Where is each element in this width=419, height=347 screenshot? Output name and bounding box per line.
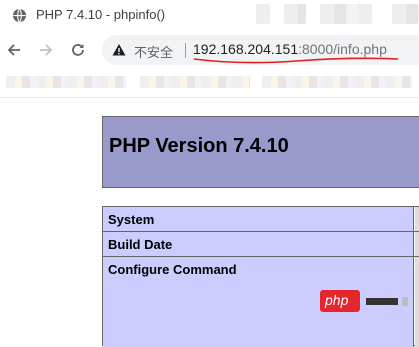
watermark-mark: [402, 297, 408, 306]
row-value: [415, 207, 419, 231]
row-value: [415, 257, 419, 347]
url-text[interactable]: 192.168.204.151:8000/info.php: [193, 41, 387, 57]
blurred-tab-area: [256, 4, 270, 24]
row-value: [415, 232, 419, 256]
url-host: 192.168.204.151: [193, 41, 299, 57]
blurred-tab-area: [284, 4, 306, 24]
row-label: Build Date: [103, 232, 414, 256]
forward-button[interactable]: [35, 39, 57, 61]
watermark-text: php: [325, 292, 349, 308]
arrow-right-icon: [40, 44, 53, 56]
reload-icon: [72, 44, 84, 56]
page-title: PHP Version 7.4.10: [109, 135, 289, 157]
tab-strip: PHP 7.4.10 - phpinfo(): [0, 0, 419, 33]
blurred-bookmark[interactable]: [140, 76, 250, 88]
blurred-bookmark[interactable]: [262, 76, 412, 88]
php-version-header: PHP Version 7.4.10: [102, 116, 419, 188]
browser-toolbar: 不安全 192.168.204.151:8000/info.php: [0, 33, 419, 67]
blurred-tab-area: [320, 4, 372, 24]
address-bar[interactable]: 不安全 192.168.204.151:8000/info.php: [102, 35, 419, 65]
url-path: :8000/info.php: [298, 41, 387, 57]
row-label: System: [103, 207, 414, 231]
table-row: Build Date: [103, 232, 419, 257]
table-row: System: [103, 207, 419, 232]
reload-button[interactable]: [67, 39, 89, 61]
info-table: System Build Date Configure Command: [102, 206, 419, 347]
blurred-tab-area: [392, 4, 419, 24]
security-label[interactable]: 不安全: [134, 42, 173, 61]
warning-triangle-icon[interactable]: [112, 43, 126, 57]
url-underline-annotation: [193, 57, 399, 64]
omnibox-divider: [185, 43, 186, 58]
tab-title: PHP 7.4.10 - phpinfo(): [36, 7, 166, 22]
watermark-bar: [366, 298, 398, 305]
bookmarks-bar: [0, 67, 419, 97]
blurred-bookmark[interactable]: [6, 76, 126, 88]
arrow-left-icon: [7, 44, 20, 56]
chrome-divider: [0, 97, 419, 98]
globe-icon: [12, 8, 27, 23]
back-button[interactable]: [3, 39, 25, 61]
php-watermark-logo: php: [320, 290, 360, 312]
